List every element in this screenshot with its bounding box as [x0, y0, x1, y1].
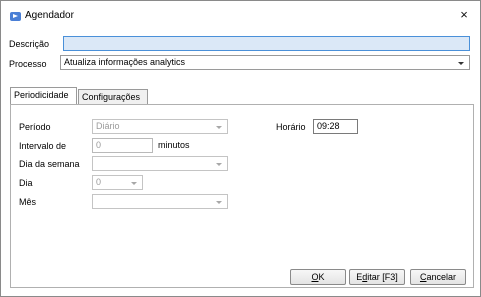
horario-input[interactable]: 09:28 — [313, 119, 358, 134]
chevron-down-icon — [216, 126, 222, 129]
processo-value: Atualiza informações analytics — [64, 57, 186, 67]
dia-select[interactable]: 0 — [92, 175, 143, 190]
chevron-down-icon — [131, 182, 137, 185]
intervalo-label: Intervalo de — [19, 141, 67, 151]
intervalo-input[interactable]: 0 — [92, 138, 153, 153]
editar-button[interactable]: Editar [F3] — [349, 269, 405, 285]
dia-semana-select[interactable] — [92, 156, 228, 171]
dia-value: 0 — [96, 177, 102, 187]
descricao-label: Descrição — [9, 39, 50, 49]
ok-label: K — [318, 272, 325, 282]
close-icon[interactable]: × — [457, 8, 471, 22]
cancelar-button[interactable]: Cancelar — [410, 269, 466, 285]
intervalo-unit: minutos — [158, 140, 190, 150]
periodicidade-panel — [10, 104, 474, 288]
window-title: Agendador — [25, 10, 74, 21]
descricao-input[interactable] — [63, 36, 470, 51]
cancelar-label: ancelar — [426, 272, 457, 282]
editar-label: itar [F3] — [367, 272, 398, 282]
ok-hotkey: O — [311, 272, 319, 282]
chevron-down-icon — [216, 163, 222, 166]
mes-select[interactable] — [92, 194, 228, 209]
periodo-select[interactable]: Diário — [92, 119, 228, 134]
agendador-dialog: Agendador × Descrição Processo Atualiza … — [0, 0, 481, 297]
chevron-down-icon — [458, 62, 464, 65]
dia-label: Dia — [19, 178, 33, 188]
mes-label: Mês — [19, 197, 37, 207]
title-bar: Agendador × — [1, 1, 480, 31]
scheduler-app-icon — [10, 12, 21, 21]
periodo-label: Período — [19, 122, 51, 132]
horario-label: Horário — [276, 122, 306, 132]
tab-configuracoes[interactable]: Configurações — [78, 89, 148, 104]
ok-button[interactable]: OK — [290, 269, 346, 285]
periodo-value: Diário — [96, 121, 120, 131]
chevron-down-icon — [216, 201, 222, 204]
processo-label: Processo — [9, 59, 47, 69]
tab-periodicidade[interactable]: Periodicidade — [10, 87, 77, 104]
processo-select[interactable]: Atualiza informações analytics — [60, 55, 470, 70]
dia-semana-label: Dia da semana — [19, 159, 80, 169]
